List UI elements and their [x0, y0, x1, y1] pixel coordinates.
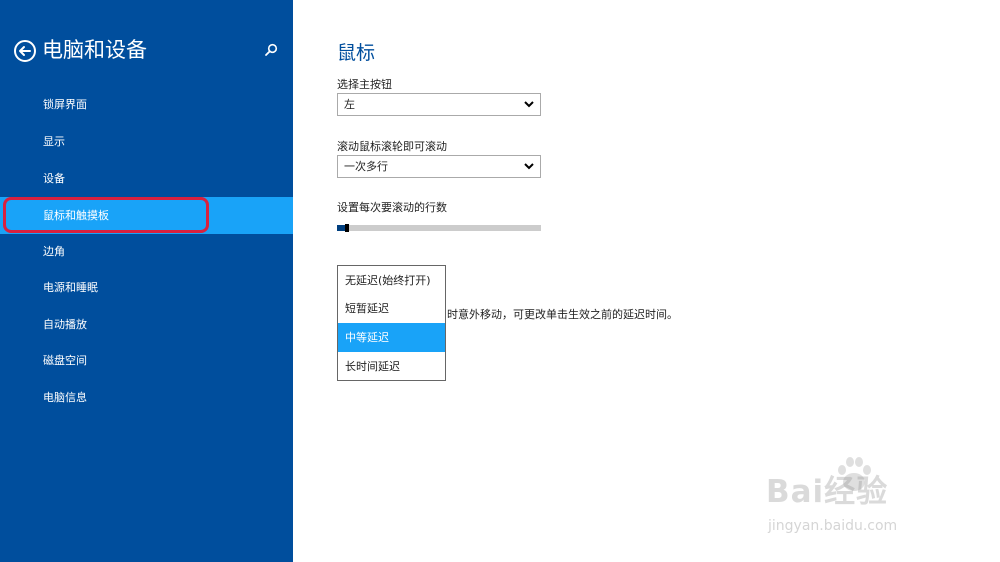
sidebar-item-power-sleep[interactable]: 电源和睡眠	[0, 269, 293, 306]
chevron-down-icon	[524, 163, 534, 170]
sidebar-item-devices[interactable]: 设备	[0, 160, 293, 197]
primary-button-select[interactable]: 左	[337, 93, 541, 116]
baidu-watermark: Bai经验 jingyan.baidu.com	[762, 452, 952, 544]
sidebar: 电脑和设备 锁屏界面 显示 设备 鼠标和触摸板 边角 电源和睡眠 自动播放 磁盘…	[0, 0, 293, 562]
sidebar-item-lock-screen[interactable]: 锁屏界面	[0, 86, 293, 123]
scroll-lines-slider[interactable]	[337, 224, 541, 232]
sidebar-title: 电脑和设备	[42, 38, 147, 62]
sidebar-item-disk-space[interactable]: 磁盘空间	[0, 342, 293, 379]
primary-button-value: 左	[344, 98, 355, 111]
delay-option-long[interactable]: 长时间延迟	[338, 352, 445, 381]
page-title: 鼠标	[337, 42, 376, 64]
scroll-mode-value: 一次多行	[344, 160, 388, 173]
delay-option-medium[interactable]: 中等延迟	[338, 323, 445, 352]
primary-button-label: 选择主按钮	[337, 78, 392, 91]
scroll-mode-label: 滚动鼠标滚轮即可滚动	[337, 140, 447, 153]
scroll-mode-select[interactable]: 一次多行	[337, 155, 541, 178]
scroll-lines-label: 设置每次要滚动的行数	[337, 201, 447, 214]
sidebar-item-mouse-touchpad[interactable]: 鼠标和触摸板	[0, 197, 293, 234]
delay-dropdown[interactable]: 无延迟(始终打开) 短暂延迟 中等延迟 长时间延迟	[337, 265, 446, 381]
watermark-text: Bai经验	[766, 474, 889, 510]
back-arrow-icon[interactable]	[14, 40, 36, 62]
sidebar-item-display[interactable]: 显示	[0, 123, 293, 160]
slider-thumb[interactable]	[345, 224, 349, 232]
sidebar-item-pc-info[interactable]: 电脑信息	[0, 379, 293, 416]
watermark-url: jingyan.baidu.com	[768, 518, 898, 534]
delay-option-none[interactable]: 无延迟(始终打开)	[338, 266, 445, 295]
delay-option-short[interactable]: 短暂延迟	[338, 294, 445, 323]
sidebar-item-autoplay[interactable]: 自动播放	[0, 306, 293, 343]
chevron-down-icon	[524, 101, 534, 108]
search-icon[interactable]	[264, 43, 278, 57]
slider-fill	[337, 225, 345, 231]
sidebar-item-corners[interactable]: 边角	[0, 233, 293, 270]
